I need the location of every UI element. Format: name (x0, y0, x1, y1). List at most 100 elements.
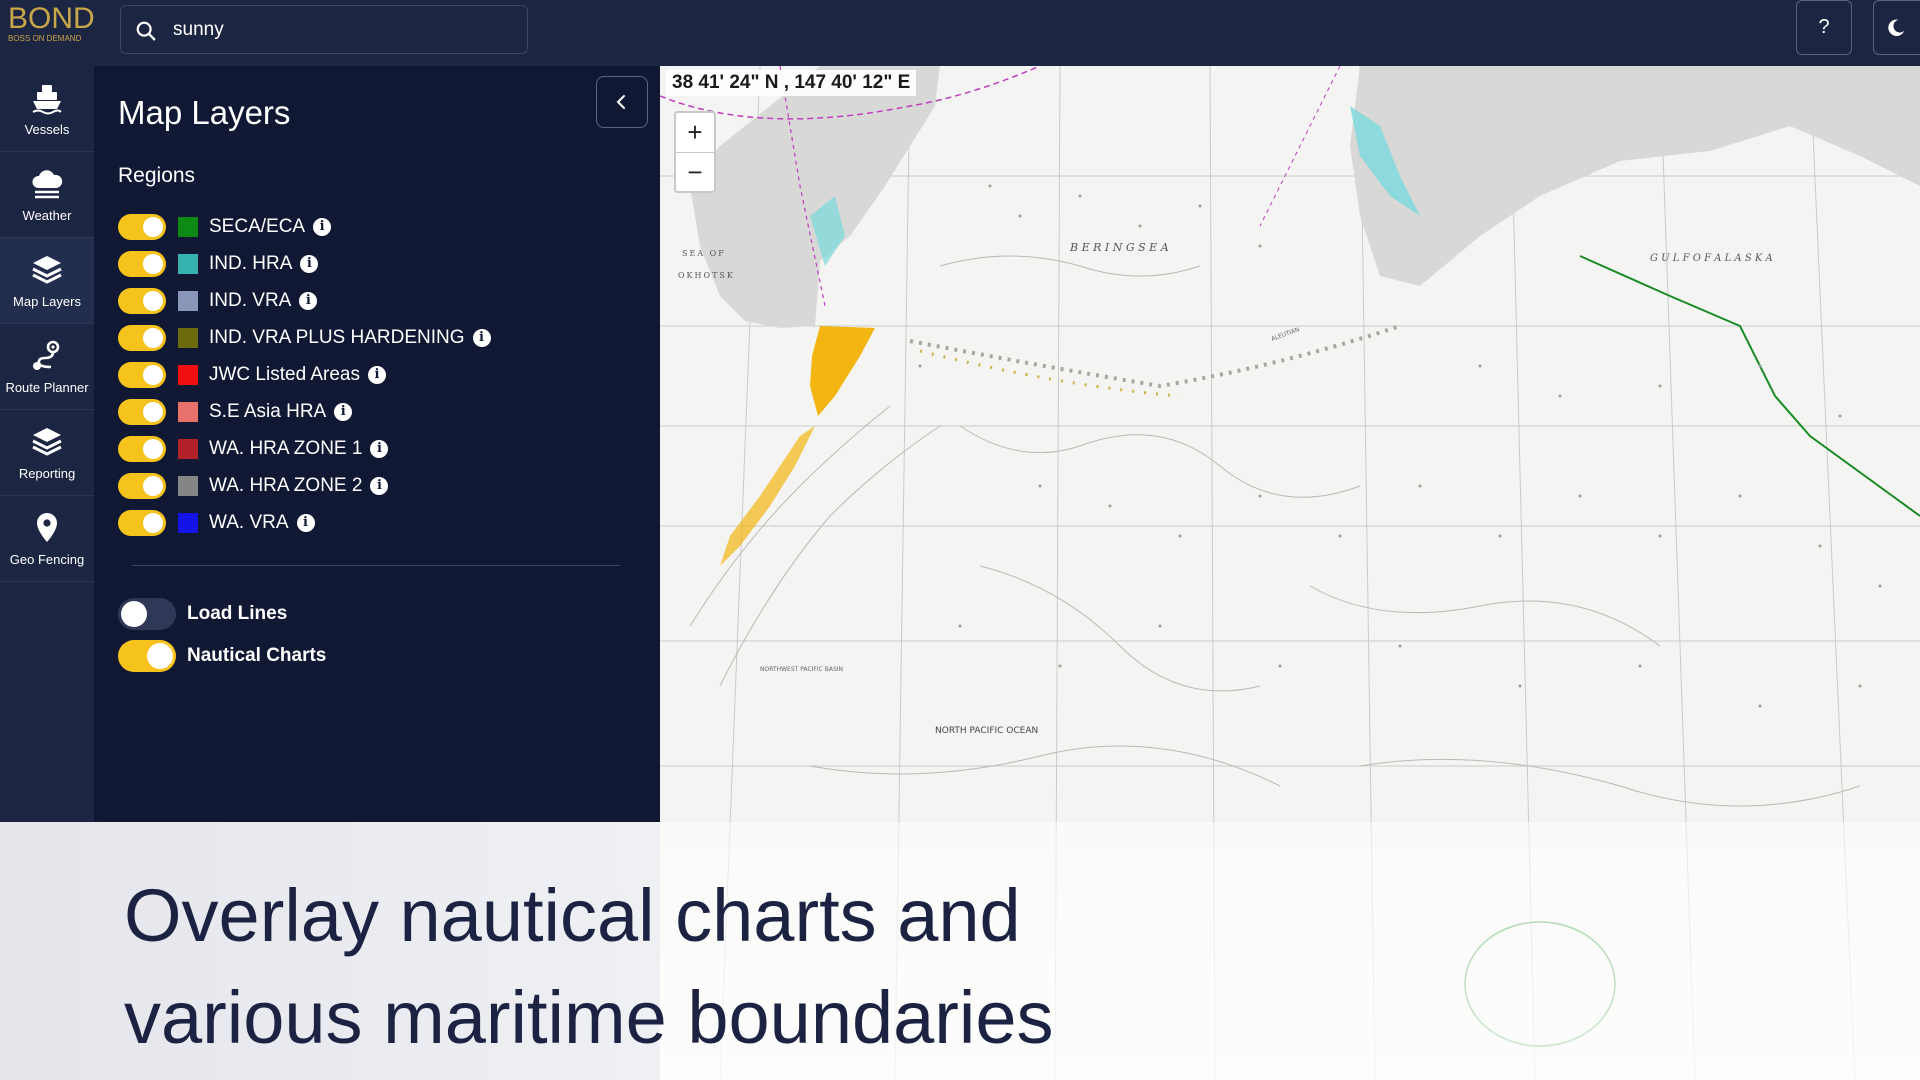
nav-label: Map Layers (13, 294, 81, 309)
info-icon[interactable]: i (313, 217, 332, 236)
region-list: SECA/ECA i IND. HRA i IND. VRA i IND. VRA PLUS… (118, 208, 491, 541)
region-row: WA. VRA i (118, 504, 491, 541)
info-icon[interactable]: i (472, 328, 491, 347)
region-row: SECA/ECA i (118, 208, 491, 245)
map-label: SEA OF (682, 249, 726, 258)
zoom-out-button[interactable]: − (676, 152, 714, 191)
nav-item-reporting[interactable]: Reporting (0, 410, 94, 496)
toggle-knob (147, 643, 173, 669)
cursor-coordinates: 38 41' 24" N , 147 40' 12" E (666, 70, 917, 96)
search-input[interactable] (173, 6, 513, 53)
region-label: IND. VRA PLUS HARDENING (209, 326, 465, 348)
region-row: S.E Asia HRA i (118, 393, 491, 430)
nautical-charts-toggle[interactable] (118, 640, 176, 672)
region-toggle[interactable] (118, 435, 166, 462)
region-label: WA. HRA ZONE 1 (209, 437, 363, 459)
zoom-control: + − (674, 111, 716, 193)
ship-icon (32, 85, 62, 115)
region-row: IND. HRA i (118, 245, 491, 282)
region-toggle[interactable] (118, 287, 166, 314)
nautical-charts-row: Nautical Charts (118, 640, 326, 672)
toggle-knob (143, 253, 163, 274)
info-icon[interactable]: i (370, 476, 389, 495)
region-label: SECA/ECA (209, 215, 306, 237)
route-icon (33, 340, 60, 370)
info-icon[interactable]: i (300, 254, 319, 273)
region-color-swatch (178, 327, 198, 348)
nav-label: Vessels (24, 122, 70, 137)
brand-logo[interactable]: BOND BOSS ON DEMAND (8, 4, 95, 44)
regions-heading: Regions (118, 164, 196, 187)
region-color-swatch (178, 475, 198, 496)
region-row: JWC Listed Areas i (118, 356, 491, 393)
search-icon (136, 21, 156, 41)
nav-item-route-planner[interactable]: Route Planner (0, 324, 94, 410)
region-label: JWC Listed Areas (209, 363, 360, 385)
nautical-charts-label: Nautical Charts (187, 645, 327, 666)
map-label: B E R I N G S E A (1069, 241, 1169, 254)
map-layers-panel: Map Layers Regions SECA/ECA i IND. HRA i IND… (94, 66, 660, 822)
help-icon: ? (1818, 16, 1830, 38)
load-lines-row: Load Lines (118, 598, 287, 630)
zoom-in-button[interactable]: + (676, 113, 714, 152)
region-row: IND. VRA i (118, 282, 491, 319)
layers-icon (32, 256, 62, 284)
region-row: WA. HRA ZONE 2 i (118, 467, 491, 504)
marketing-caption: Overlay nautical charts and various mari… (124, 865, 1054, 1069)
region-toggle[interactable] (118, 361, 166, 388)
toggle-knob (143, 364, 163, 385)
cloud-icon (32, 170, 63, 199)
toggle-knob (143, 401, 163, 422)
nav-item-vessels[interactable]: Vessels (0, 66, 94, 152)
toggle-knob (143, 438, 163, 459)
region-row: IND. VRA PLUS HARDENING i (118, 319, 491, 356)
toggle-knob (143, 290, 163, 311)
divider (132, 565, 620, 566)
nav-label: Reporting (18, 466, 76, 481)
load-lines-label: Load Lines (187, 603, 288, 624)
reporting-layers-icon (32, 428, 62, 456)
nav-item-map-layers[interactable]: Map Layers (0, 238, 94, 324)
nav-item-weather[interactable]: Weather (0, 152, 94, 238)
toggle-knob (143, 216, 163, 237)
info-icon[interactable]: i (334, 402, 353, 421)
info-icon[interactable]: i (299, 291, 318, 310)
region-toggle[interactable] (118, 324, 166, 351)
help-button[interactable]: ? (1796, 0, 1852, 55)
info-icon[interactable]: i (370, 439, 389, 458)
collapse-panel-button[interactable] (596, 76, 648, 128)
region-label: S.E Asia HRA (209, 400, 327, 422)
region-label: IND. HRA (209, 252, 293, 274)
toggle-knob (121, 601, 147, 627)
map-label: OKHOTSK (678, 271, 735, 280)
nav-label: Geo Fencing (9, 552, 85, 567)
region-color-swatch (178, 438, 198, 459)
toggle-knob (143, 512, 163, 533)
region-toggle[interactable] (118, 509, 166, 536)
info-icon[interactable]: i (296, 513, 315, 532)
brand-tagline: BOSS ON DEMAND (8, 34, 82, 43)
region-toggle[interactable] (118, 213, 166, 240)
left-nav-rail: Vessels Weather Map Layers Route Planner (0, 66, 94, 822)
nav-item-geo-fencing[interactable]: Geo Fencing (0, 496, 94, 582)
region-toggle[interactable] (118, 250, 166, 277)
region-label: IND. VRA (209, 289, 292, 311)
region-toggle[interactable] (118, 472, 166, 499)
map-label: NORTHWEST PACIFIC BASIN (760, 666, 843, 673)
region-toggle[interactable] (118, 398, 166, 425)
region-color-swatch (178, 512, 198, 533)
location-pin-icon (37, 513, 57, 542)
caption-line-1: Overlay nautical charts and (124, 874, 1021, 957)
info-icon[interactable]: i (368, 365, 386, 384)
map-label: G U L F O F A L A S K A (1650, 253, 1773, 264)
panel-title: Map Layers (118, 94, 291, 131)
caption-line-2: various maritime boundaries (124, 976, 1054, 1059)
nav-label: Route Planner (5, 380, 89, 395)
search-box[interactable] (120, 5, 528, 54)
region-color-swatch (178, 364, 198, 385)
moon-icon (1888, 18, 1905, 36)
region-color-swatch (178, 253, 198, 274)
toggle-knob (143, 475, 163, 496)
theme-toggle-button[interactable] (1873, 0, 1920, 55)
load-lines-toggle[interactable] (118, 598, 176, 630)
